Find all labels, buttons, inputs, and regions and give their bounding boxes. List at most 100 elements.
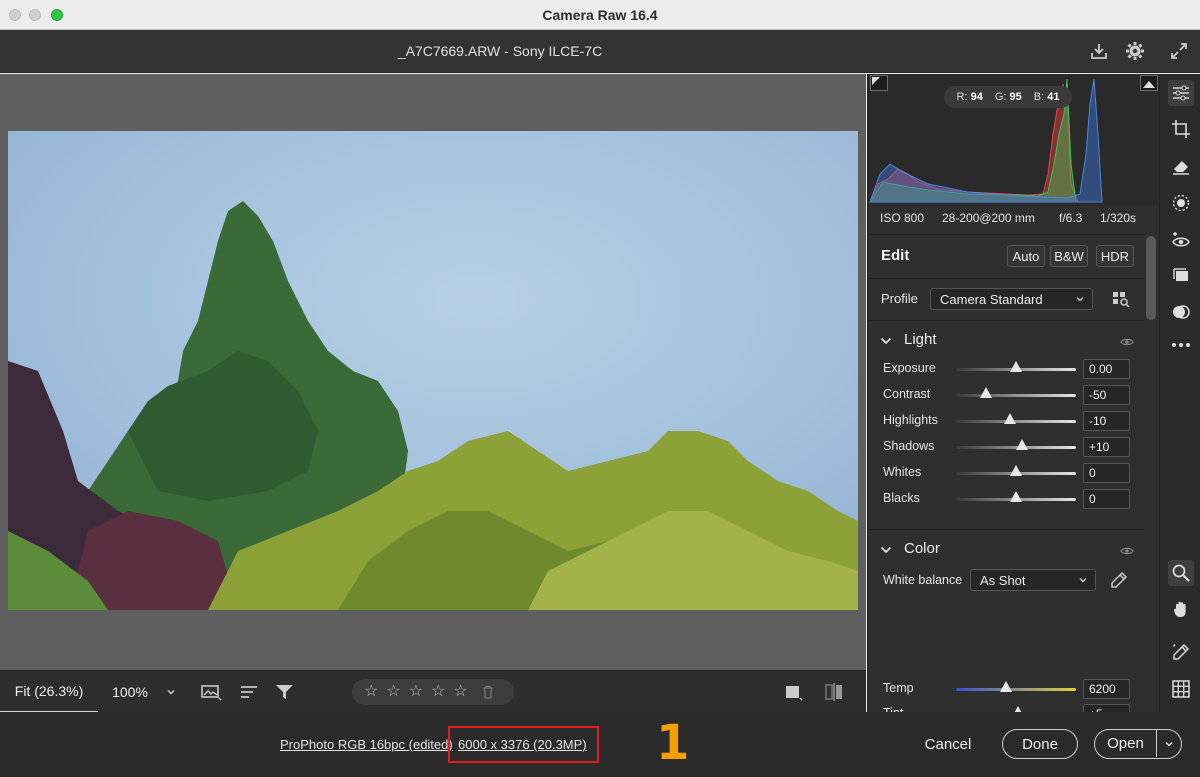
slider-thumb[interactable]	[1004, 413, 1016, 424]
workflow-options-link[interactable]: ProPhoto RGB 16bpc (edited)	[280, 737, 453, 752]
slider-value-input[interactable]: 0.00	[1083, 359, 1130, 379]
filter-icon[interactable]	[273, 681, 297, 703]
r-value: 94	[970, 91, 983, 103]
cancel-button[interactable]: Cancel	[915, 730, 981, 758]
footer-bar: ProPhoto RGB 16bpc (edited) 6000 x 3376 …	[0, 712, 1200, 777]
slider-row-shadows: Shadows +10	[868, 436, 1144, 458]
b-label: B:	[1033, 91, 1045, 103]
g-value: 95	[1009, 91, 1022, 103]
image-size-link[interactable]: 6000 x 3376 (20.3MP)	[458, 737, 587, 752]
before-after-icon[interactable]	[822, 681, 846, 703]
slider-track[interactable]	[956, 420, 1076, 423]
eye-icon[interactable]	[1120, 334, 1134, 352]
slider-value-input[interactable]: 0	[1083, 463, 1130, 483]
presets-icon[interactable]	[1168, 263, 1194, 289]
trash-icon[interactable]	[482, 685, 494, 699]
slider-thumb[interactable]	[980, 387, 992, 398]
exif-info: ISO 800 28-200@200 mm f/6.3 1/320s	[868, 206, 1159, 230]
chevron-down-icon	[1165, 741, 1173, 747]
slider-value-input[interactable]: -50	[1083, 385, 1130, 405]
grid-icon[interactable]	[1168, 676, 1194, 702]
eye-icon[interactable]	[1120, 543, 1134, 561]
viewer-toolbar: Fit (26.3%) 100% ☆ ☆ ☆ ☆ ☆	[0, 670, 866, 713]
slider-row-blacks: Blacks 0	[868, 488, 1144, 510]
snapshots-icon[interactable]	[1168, 299, 1194, 325]
top-bar: _A7C7669.ARW - Sony ILCE-7C	[0, 30, 1200, 73]
hand-tool-icon[interactable]	[1168, 596, 1194, 622]
zoom-fit-button[interactable]: Fit (26.3%)	[0, 671, 98, 713]
profile-browser-icon[interactable]	[1112, 291, 1130, 312]
zoom-tool-icon[interactable]	[1168, 560, 1194, 586]
hdr-button[interactable]: HDR	[1096, 245, 1134, 267]
slider-track[interactable]	[956, 394, 1076, 397]
crop-icon[interactable]	[1168, 116, 1194, 142]
crop-overlay-icon[interactable]	[781, 681, 805, 703]
sort-icon[interactable]	[237, 681, 261, 703]
slider-label: Highlights	[883, 413, 938, 427]
star-3-icon[interactable]: ☆	[409, 684, 423, 700]
star-2-icon[interactable]: ☆	[386, 684, 400, 700]
star-rating: ☆ ☆ ☆ ☆ ☆	[352, 679, 514, 705]
open-button-group: Open	[1094, 729, 1182, 759]
shutter-text: 1/320s	[1100, 211, 1137, 225]
lens-text: 28-200@200 mm	[942, 211, 1035, 225]
image-viewer[interactable]	[0, 74, 866, 670]
fullscreen-icon[interactable]	[1168, 40, 1190, 62]
chevron-down-icon	[880, 333, 892, 351]
profile-value: Camera Standard	[940, 291, 1043, 307]
done-button[interactable]: Done	[1002, 729, 1078, 759]
masking-icon[interactable]	[1168, 190, 1194, 216]
star-4-icon[interactable]: ☆	[431, 684, 445, 700]
slider-thumb[interactable]	[1016, 439, 1028, 450]
red-eye-icon[interactable]	[1168, 227, 1194, 253]
filmstrip-icon[interactable]	[199, 681, 223, 703]
zoom-100-button[interactable]: 100%	[100, 671, 160, 713]
healing-eraser-icon[interactable]	[1168, 153, 1194, 179]
slider-thumb[interactable]	[1010, 361, 1022, 372]
edit-sliders-icon[interactable]	[1168, 80, 1194, 106]
b-value: 41	[1047, 91, 1060, 103]
slider-row-contrast: Contrast -50	[868, 384, 1144, 406]
slider-row-exposure: Exposure 0.00	[868, 358, 1144, 380]
file-title: _A7C7669.ARW - Sony ILCE-7C	[397, 43, 603, 59]
eyedropper-icon[interactable]	[1110, 571, 1128, 594]
aperture-text: f/6.3	[1059, 211, 1083, 225]
gear-icon[interactable]	[1124, 40, 1146, 62]
white-balance-select[interactable]: As Shot	[970, 569, 1096, 591]
slider-value-input[interactable]: -10	[1083, 411, 1130, 431]
slider-row-highlights: Highlights -10	[868, 410, 1144, 432]
auto-button[interactable]: Auto	[1007, 245, 1045, 267]
slider-label: Shadows	[883, 439, 935, 453]
iso-text: ISO 800	[880, 211, 925, 225]
star-5-icon[interactable]: ☆	[453, 684, 467, 700]
open-button[interactable]: Open	[1095, 730, 1157, 757]
light-section-header[interactable]: Light	[868, 321, 1144, 357]
slider-value-input[interactable]: +5	[1083, 704, 1130, 712]
profile-select[interactable]: Camera Standard	[930, 288, 1093, 310]
shadow-clipping-toggle[interactable]	[870, 75, 888, 91]
slider-value-input[interactable]: 0	[1083, 489, 1130, 509]
histogram: R: 94 G: 95 B: 41	[868, 74, 1159, 206]
highlight-clipping-toggle[interactable]	[1140, 75, 1158, 91]
slider-row-tint: Tint+5	[868, 703, 1144, 712]
star-1-icon[interactable]: ☆	[364, 684, 378, 700]
slider-track[interactable]	[956, 688, 1076, 691]
slider-value-input[interactable]: +10	[1083, 437, 1130, 457]
open-options-dropdown[interactable]	[1158, 730, 1180, 757]
panel-scrollbar[interactable]	[1146, 236, 1156, 320]
white-balance-value: As Shot	[980, 572, 1026, 588]
color-section-header[interactable]: Color	[868, 530, 1144, 566]
save-image-icon[interactable]	[1088, 40, 1110, 62]
slider-thumb[interactable]	[1010, 491, 1022, 502]
more-icon[interactable]	[1168, 332, 1194, 358]
slider-thumb[interactable]	[1010, 465, 1022, 476]
color-sampler-icon[interactable]	[1168, 639, 1194, 665]
rgb-readout: R: 94 G: 95 B: 41	[944, 86, 1072, 108]
window-title: Camera Raw 16.4	[542, 7, 658, 23]
zoom-dropdown-icon[interactable]	[162, 683, 180, 701]
bw-button[interactable]: B&W	[1050, 245, 1088, 267]
slider-row-temp: Temp 6200	[868, 678, 1144, 700]
slider-value-input[interactable]: 6200	[1083, 679, 1130, 699]
slider-thumb[interactable]	[1000, 681, 1013, 692]
chevron-down-icon	[1077, 574, 1089, 589]
